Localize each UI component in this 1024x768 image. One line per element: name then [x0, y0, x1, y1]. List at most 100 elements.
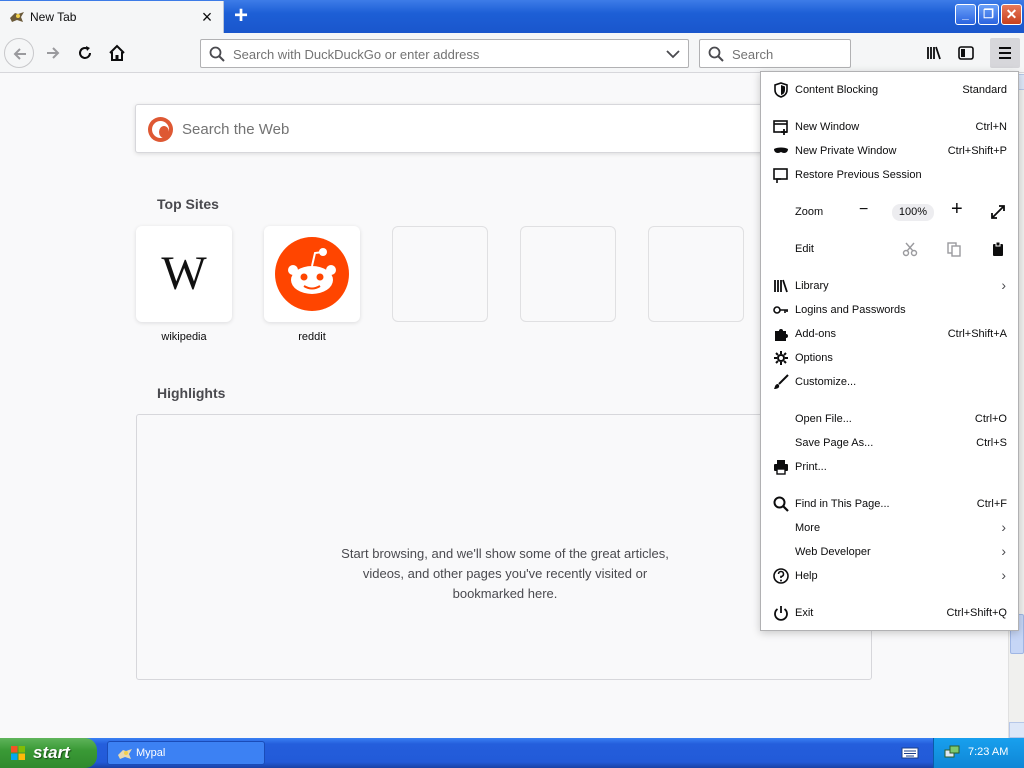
restore-session-icon	[773, 168, 788, 183]
top-site-wikipedia[interactable]: W	[136, 226, 232, 322]
copy-icon[interactable]	[946, 241, 962, 257]
close-tab-icon[interactable]: ×	[196, 6, 218, 28]
close-window-button[interactable]: ✕	[1001, 4, 1022, 25]
address-placeholder: Search with DuckDuckGo or enter address	[233, 47, 480, 62]
new-window-icon	[773, 120, 788, 135]
forward-button[interactable]	[38, 38, 68, 68]
back-button[interactable]	[4, 38, 34, 68]
search-bar[interactable]: Search	[699, 39, 851, 68]
chevron-right-icon: ›	[1001, 567, 1006, 583]
menu-item-web-developer[interactable]: Web Developer ›	[761, 541, 1018, 563]
taskbar-item-label: Mypal	[136, 747, 166, 759]
maximize-button[interactable]: ❐	[978, 4, 999, 25]
web-search-placeholder: Search the Web	[182, 121, 290, 138]
shield-icon	[774, 82, 788, 98]
home-icon	[109, 44, 125, 61]
menu-item-open-file[interactable]: Open File... Ctrl+O	[761, 408, 1018, 430]
cut-icon[interactable]	[902, 241, 918, 257]
keyboard-icon[interactable]	[901, 746, 919, 760]
reload-button[interactable]	[70, 38, 100, 68]
menu-item-new-window[interactable]: New Window Ctrl+N	[761, 116, 1018, 138]
menu-item-restore-session[interactable]: Restore Previous Session	[761, 164, 1018, 186]
chevron-right-icon: ›	[1001, 277, 1006, 293]
menu-item-logins[interactable]: Logins and Passwords	[761, 299, 1018, 321]
sidebar-icon	[958, 46, 974, 60]
new-tab-button[interactable]: +	[228, 4, 254, 30]
menu-item-library[interactable]: Library ›	[761, 275, 1018, 297]
private-mask-icon	[774, 147, 788, 153]
menu-item-label: Content Blocking	[795, 84, 879, 96]
taskbar-item-mypal[interactable]: Mypal	[107, 741, 265, 765]
menu-item-label: Add-ons	[795, 328, 836, 340]
clock: 7:23 AM	[968, 746, 1009, 758]
arrow-left-icon	[13, 48, 26, 60]
menu-item-exit[interactable]: Exit Ctrl+Shift+Q	[761, 602, 1018, 624]
library-icon	[774, 279, 788, 293]
menu-item-save-page[interactable]: Save Page As... Ctrl+S	[761, 432, 1018, 454]
key-icon	[773, 306, 788, 314]
top-site-empty[interactable]	[392, 226, 488, 322]
menu-item-zoom: Zoom − 100% +	[761, 198, 1018, 223]
puzzle-piece-icon	[775, 329, 788, 341]
reload-icon	[79, 46, 91, 59]
top-site-label: reddit	[298, 331, 326, 343]
search-icon	[773, 496, 789, 512]
mypal-icon	[10, 12, 24, 22]
menu-item-label: Zoom	[795, 206, 824, 218]
system-tray: 7:23 AM	[933, 738, 1024, 768]
menu-item-find[interactable]: Find in This Page... Ctrl+F	[761, 493, 1018, 515]
taskbar: start Mypal 7:23 AM	[0, 738, 1024, 768]
menu-item-customize[interactable]: Customize...	[761, 371, 1018, 393]
chevron-down-icon[interactable]	[666, 48, 680, 60]
start-button[interactable]: start	[0, 738, 97, 768]
menu-item-label: Open File...	[795, 413, 852, 425]
home-button[interactable]	[102, 38, 132, 68]
scroll-down-button[interactable]	[1009, 722, 1024, 738]
library-icon	[927, 46, 941, 60]
menu-item-addons[interactable]: Add-ons Ctrl+Shift+A	[761, 323, 1018, 345]
reddit-icon	[275, 237, 349, 311]
paintbrush-icon	[774, 374, 789, 389]
printer-icon	[774, 460, 788, 475]
top-site-empty[interactable]	[520, 226, 616, 322]
menu-item-content-blocking[interactable]: Content Blocking Standard	[761, 79, 1018, 101]
minimize-button[interactable]: _	[955, 4, 976, 25]
search-icon	[209, 46, 225, 62]
menu-item-new-private-window[interactable]: New Private Window Ctrl+Shift+P	[761, 140, 1018, 162]
arrow-right-icon	[47, 47, 60, 59]
menu-item-help[interactable]: Help ›	[761, 565, 1018, 587]
menu-item-more[interactable]: More ›	[761, 517, 1018, 539]
top-sites-heading: Top Sites	[157, 196, 219, 212]
tab-strip: New Tab × + _ ❐ ✕	[0, 0, 1024, 33]
menu-item-shortcut: Ctrl+N	[975, 121, 1007, 133]
menu-item-print[interactable]: Print...	[761, 456, 1018, 478]
menu-item-label: Print...	[795, 461, 827, 473]
menu-item-shortcut: Ctrl+S	[976, 437, 1007, 449]
menu-item-label: New Private Window	[795, 145, 897, 157]
navigation-toolbar: Search with DuckDuckGo or enter address …	[0, 33, 1024, 73]
menu-item-shortcut: Ctrl+Shift+Q	[946, 607, 1007, 619]
menu-item-options[interactable]: Options	[761, 347, 1018, 369]
top-site-reddit[interactable]	[264, 226, 360, 322]
library-button[interactable]	[919, 38, 949, 68]
menu-item-edit: Edit	[761, 238, 1018, 260]
mypal-icon	[118, 749, 132, 759]
help-icon	[773, 568, 789, 584]
tab-title: New Tab	[30, 10, 77, 24]
sidebar-toggle-button[interactable]	[951, 38, 981, 68]
zoom-in-button[interactable]: +	[951, 198, 963, 221]
address-bar[interactable]: Search with DuckDuckGo or enter address	[200, 39, 689, 68]
zoom-reset-button[interactable]: 100%	[892, 204, 934, 221]
start-label: start	[33, 743, 70, 762]
fullscreen-icon[interactable]	[990, 204, 1006, 220]
app-menu-button[interactable]	[990, 38, 1020, 68]
top-site-empty[interactable]	[648, 226, 744, 322]
menu-item-label: Save Page As...	[795, 437, 874, 449]
tab-new-tab[interactable]: New Tab ×	[0, 1, 224, 33]
chevron-right-icon: ›	[1001, 543, 1006, 559]
menu-item-shortcut: Ctrl+O	[974, 413, 1007, 425]
paste-icon[interactable]	[990, 241, 1006, 257]
menu-item-shortcut: Ctrl+Shift+A	[947, 328, 1007, 340]
network-icon[interactable]	[944, 745, 960, 761]
zoom-out-button[interactable]: −	[859, 201, 868, 219]
